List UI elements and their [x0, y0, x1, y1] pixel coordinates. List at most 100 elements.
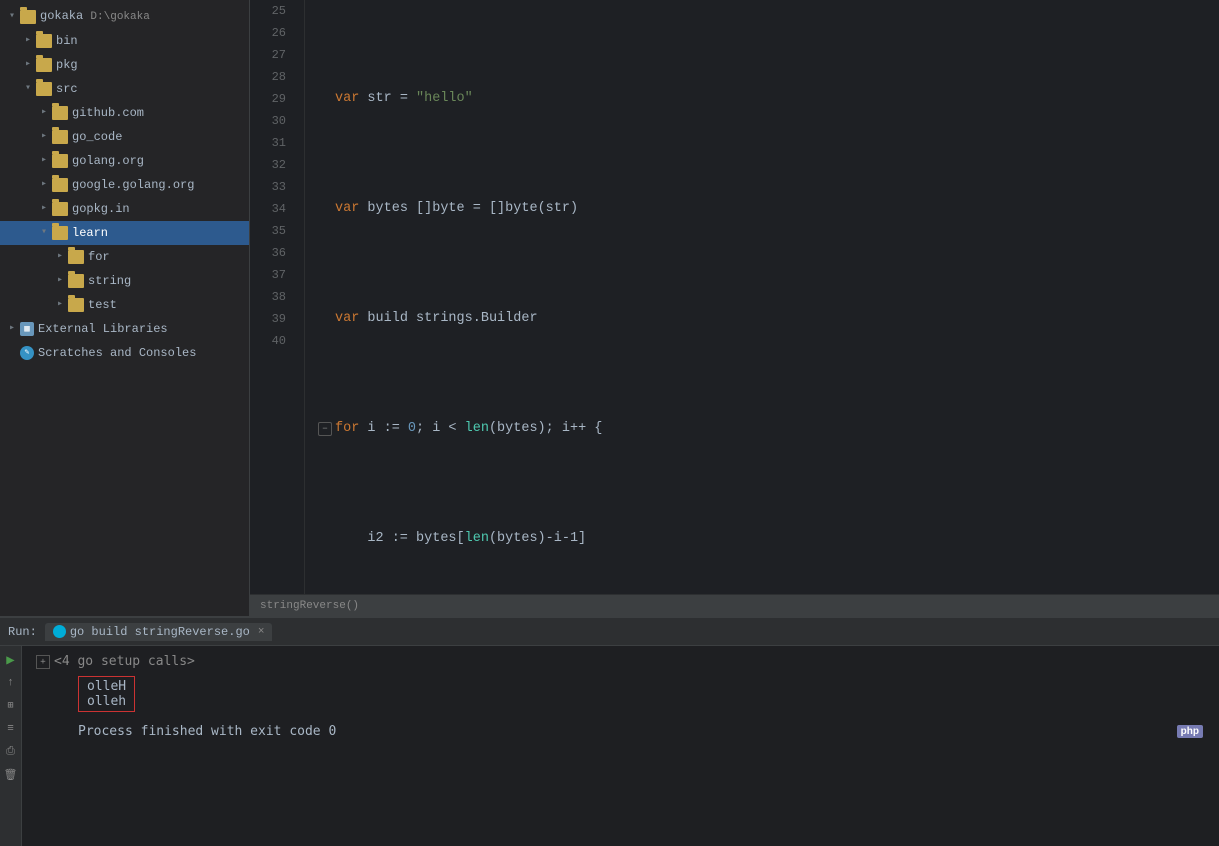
sidebar-item-test[interactable]: test [0, 293, 249, 317]
sidebar-item-gopkg[interactable]: gopkg.in [0, 197, 249, 221]
line-num-31: 31 [250, 132, 294, 154]
token: (bytes); i++ { [489, 418, 602, 440]
code-line-29: i2 := bytes[len(bytes)-i-1] [315, 528, 1219, 550]
sidebar-item-external-libraries[interactable]: ▦ External Libraries [0, 317, 249, 341]
token: var [335, 198, 359, 220]
root-path: D:\gokaka [90, 11, 149, 23]
line-num-26: 26 [250, 22, 294, 44]
tree-arrow-string [52, 271, 68, 291]
sidebar-label-bin: bin [56, 31, 78, 51]
token: (str) [538, 198, 579, 220]
tree-arrow-github [36, 103, 52, 123]
token: build strings. [359, 308, 481, 330]
tab-close-button[interactable]: × [258, 626, 265, 638]
sidebar-item-scratches[interactable]: ✎ Scratches and Consoles [0, 341, 249, 365]
line-num-38: 38 [250, 286, 294, 308]
tree-arrow-gokaka [4, 7, 20, 27]
folder-icon-bin [36, 34, 52, 48]
sidebar-item-pkg[interactable]: pkg [0, 53, 249, 77]
process-status-line: Process finished with exit code 0 php [28, 724, 1219, 739]
editor-area: 25 26 27 28 29 30 31 32 33 34 35 36 37 3… [250, 0, 1219, 616]
output-line-2: olleh [87, 694, 126, 709]
token: []byte [416, 198, 465, 220]
folder-icon-go-code [52, 130, 68, 144]
folder-icon-gopkg [52, 202, 68, 216]
run-tab[interactable]: go build stringReverse.go × [45, 623, 273, 641]
token: for [335, 418, 359, 440]
folder-icon-test [68, 298, 84, 312]
run-expand-button[interactable]: ⊞ [1, 696, 21, 716]
output-box-container: olleH olleh [28, 676, 1219, 712]
code-content[interactable]: var str = "hello" var bytes []byte = []b… [305, 0, 1219, 594]
sidebar-label-golang: golang.org [72, 151, 144, 171]
sidebar-item-golang[interactable]: golang.org [0, 149, 249, 173]
run-body: ▶ ↑ ⊞ ≡ ⎙ 🗑 + <4 go setup calls> olleH o… [0, 646, 1219, 846]
run-clear-button[interactable]: 🗑 [1, 765, 21, 785]
token: str = [359, 88, 416, 110]
folder-icon-google-golang [52, 178, 68, 192]
php-badge: php [1177, 725, 1203, 738]
token: 0 [408, 418, 416, 440]
sidebar-label-external: External Libraries [38, 319, 168, 339]
output-line-1: olleH [87, 679, 126, 694]
line-num-35: 35 [250, 220, 294, 242]
run-tab-label: go build stringReverse.go [70, 625, 250, 639]
bottom-panel: Run: go build stringReverse.go × ▶ ↑ ⊞ ≡… [0, 616, 1219, 846]
tree-arrow-go-code [36, 127, 52, 147]
folder-icon-for [68, 250, 84, 264]
sidebar-item-learn[interactable]: learn [0, 221, 249, 245]
line-num-39: 39 [250, 308, 294, 330]
sidebar-label-go-code: go_code [72, 127, 122, 147]
main-area: gokaka D:\gokaka bin pkg src github.com [0, 0, 1219, 616]
sidebar-label-gopkg: gopkg.in [72, 199, 130, 219]
folder-icon-gokaka [20, 10, 36, 24]
sidebar-label-test: test [88, 295, 117, 315]
tree-arrow-learn [36, 223, 52, 243]
run-tab-bar: Run: go build stringReverse.go × [0, 618, 1219, 646]
sidebar-item-src[interactable]: src [0, 77, 249, 101]
code-line-28: − for i := 0; i < len(bytes); i++ { [315, 418, 1219, 440]
line-num-40: 40 [250, 330, 294, 352]
token: len [465, 528, 489, 550]
sidebar-item-gokaka[interactable]: gokaka D:\gokaka [0, 4, 249, 29]
sidebar-label-string: string [88, 271, 131, 291]
sidebar-item-github[interactable]: github.com [0, 101, 249, 125]
tree-arrow-golang [36, 151, 52, 171]
line-num-32: 32 [250, 154, 294, 176]
token: bytes [359, 198, 416, 220]
code-editor[interactable]: 25 26 27 28 29 30 31 32 33 34 35 36 37 3… [250, 0, 1219, 594]
token: len [465, 418, 489, 440]
token: ; i < [416, 418, 465, 440]
sidebar-item-google-golang[interactable]: google.golang.org [0, 173, 249, 197]
sidebar-label-pkg: pkg [56, 55, 78, 75]
sidebar-item-string[interactable]: string [0, 269, 249, 293]
sidebar-item-bin[interactable]: bin [0, 29, 249, 53]
line-numbers: 25 26 27 28 29 30 31 32 33 34 35 36 37 3… [250, 0, 305, 594]
line-num-27: 27 [250, 44, 294, 66]
run-filter-button[interactable]: ≡ [1, 719, 21, 739]
tree-arrow-for [52, 247, 68, 267]
tree-arrow-test [52, 295, 68, 315]
tree-arrow-google-golang [36, 175, 52, 195]
folder-icon-pkg [36, 58, 52, 72]
run-play-button[interactable]: ▶ [1, 650, 21, 670]
sidebar-item-go-code[interactable]: go_code [0, 125, 249, 149]
output-box: olleH olleh [78, 676, 135, 712]
sidebar-label-scratches: Scratches and Consoles [38, 343, 196, 363]
fold-icon-28[interactable]: − [318, 422, 332, 436]
run-print-button[interactable]: ⎙ [1, 742, 21, 762]
process-status-text: Process finished with exit code 0 [78, 724, 336, 739]
line-num-28: 28 [250, 66, 294, 88]
line-num-33: 33 [250, 176, 294, 198]
sidebar-item-for[interactable]: for [0, 245, 249, 269]
go-icon [53, 625, 66, 638]
run-up-button[interactable]: ↑ [1, 673, 21, 693]
sidebar-label-learn: learn [72, 223, 108, 243]
expand-icon[interactable]: + [36, 655, 50, 669]
token: "hello" [416, 88, 473, 110]
run-label: Run: [8, 625, 37, 639]
tree-arrow-gopkg [36, 199, 52, 219]
sidebar-label-for: for [88, 247, 110, 267]
line-num-25: 25 [250, 0, 294, 22]
folder-icon-learn [52, 226, 68, 240]
